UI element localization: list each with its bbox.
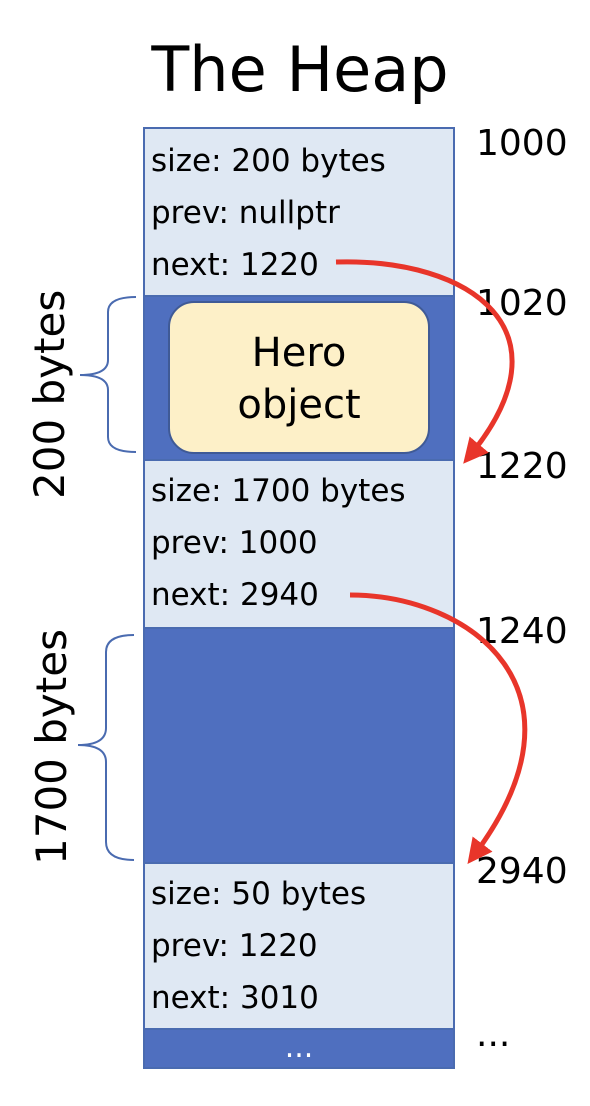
brace-upper bbox=[79, 296, 137, 453]
next-pointer-arrow-2 bbox=[349, 592, 528, 864]
brace-lower bbox=[77, 634, 135, 861]
next-pointer-arrow-1 bbox=[335, 259, 515, 464]
diagram-overlay bbox=[77, 259, 528, 864]
